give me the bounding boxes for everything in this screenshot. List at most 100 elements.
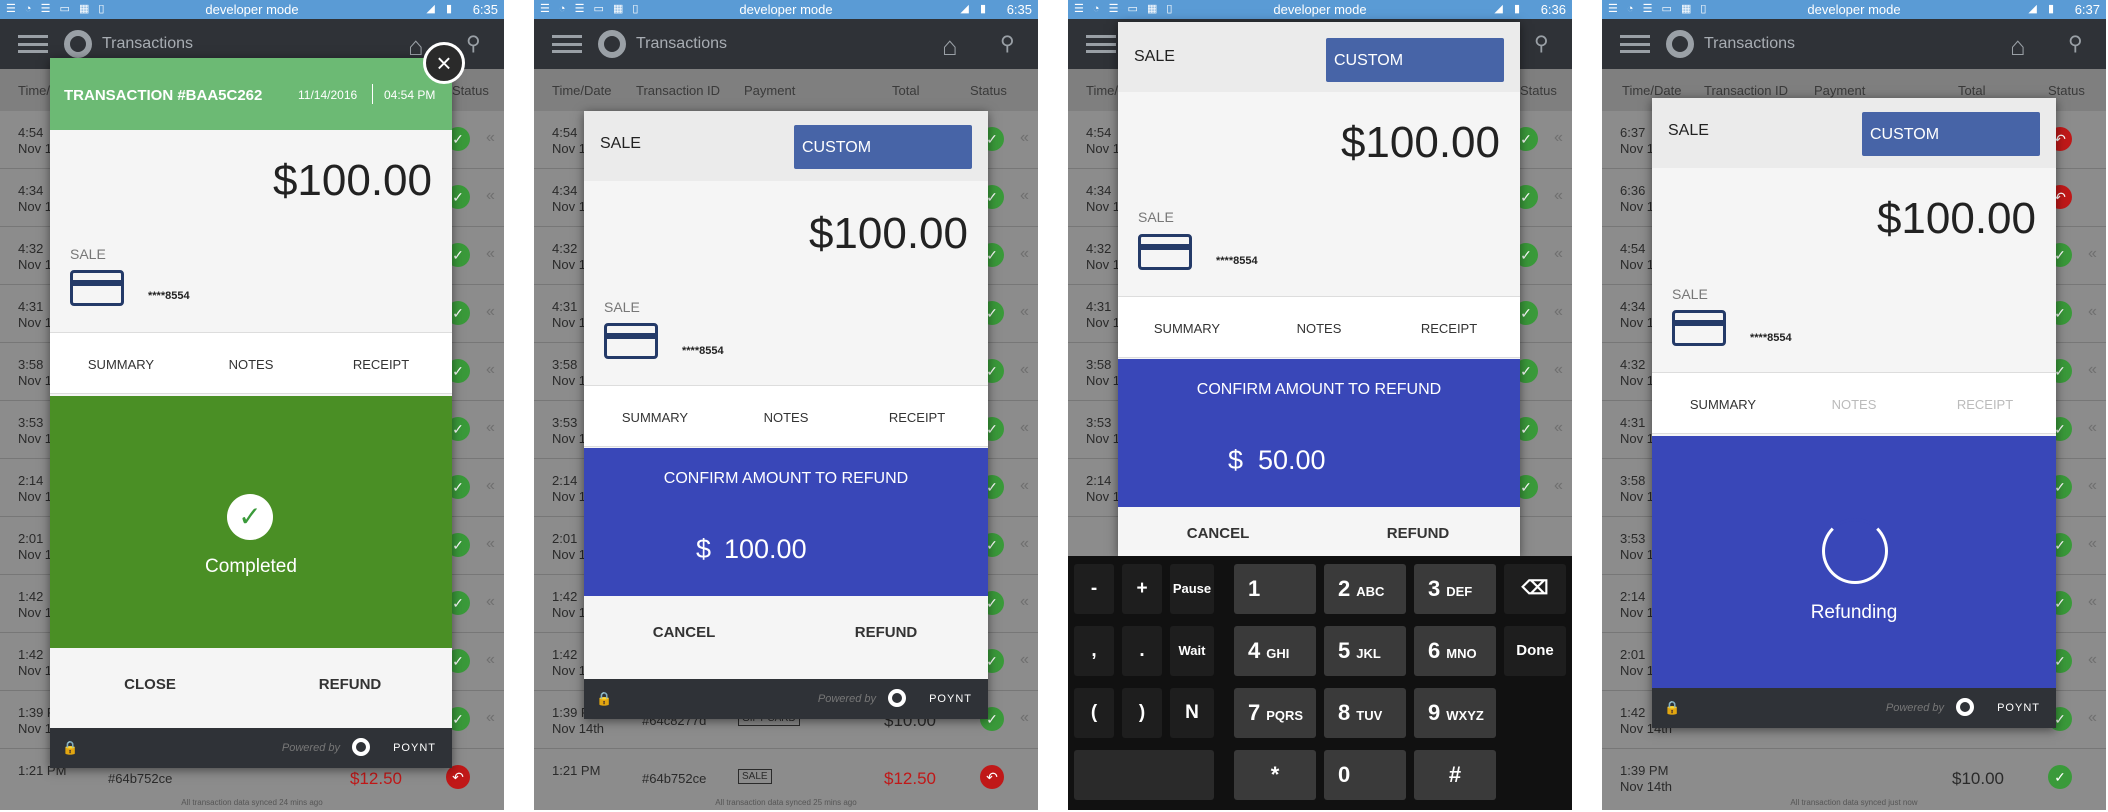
custom-button[interactable]: CUSTOM xyxy=(1326,38,1504,82)
key-9[interactable]: 9 WXYZ xyxy=(1414,688,1496,738)
tab-summary[interactable]: SUMMARY xyxy=(56,357,186,372)
key-comma[interactable]: , xyxy=(1074,626,1114,676)
chevron-icon: « xyxy=(2088,535,2097,552)
key-wait[interactable]: Wait xyxy=(1170,626,1214,676)
col-total: Total xyxy=(1958,83,1986,98)
key-star[interactable]: * xyxy=(1234,750,1316,800)
home-icon[interactable]: ⌂ xyxy=(2010,31,2026,62)
poynt-brand: POYNT xyxy=(393,742,436,754)
screen-transaction-detail: ☰ ◔ ☰ ▭ ▦ ▯ developer mode ◢ ▮ 6:35 Tran… xyxy=(0,0,504,810)
chevron-icon: « xyxy=(1020,419,1029,436)
key-minus[interactable]: - xyxy=(1074,564,1114,614)
confirm-refund-label: CONFIRM AMOUNT TO REFUND xyxy=(663,470,909,487)
search-icon[interactable]: ⚲ xyxy=(2068,31,2083,56)
key-space[interactable] xyxy=(1074,750,1214,800)
sale-tab[interactable]: SALE xyxy=(600,135,641,153)
key-5[interactable]: 5 JKL xyxy=(1324,626,1406,676)
dialog-actions: CANCEL REFUND xyxy=(584,596,988,679)
col-payment: Payment xyxy=(1814,83,1866,98)
chevron-icon: « xyxy=(2088,709,2097,726)
credit-card-icon xyxy=(604,323,658,359)
key-7[interactable]: 7 PQRS xyxy=(1234,688,1316,738)
chevron-icon: « xyxy=(1554,187,1563,204)
search-icon[interactable]: ⚲ xyxy=(1534,31,1549,56)
custom-button[interactable]: CUSTOM xyxy=(1862,112,2040,156)
key-8[interactable]: 8 TUV xyxy=(1324,688,1406,738)
sale-tab[interactable]: SALE xyxy=(1134,48,1175,66)
menu-icon[interactable] xyxy=(552,35,582,53)
backspace-icon[interactable]: ⌫ xyxy=(1504,564,1566,614)
status-bar: ☰ ◔ ☰ ▭ ▦ ▯ developer mode ◢ ▮ 6:35 xyxy=(0,0,504,19)
chevron-icon: « xyxy=(2088,361,2097,378)
sale-label: SALE xyxy=(1672,286,1708,302)
key-period[interactable]: . xyxy=(1122,626,1162,676)
close-icon[interactable]: × xyxy=(423,42,465,84)
custom-button[interactable]: CUSTOM xyxy=(794,125,972,169)
chevron-icon: « xyxy=(2088,419,2097,436)
menu-icon[interactable] xyxy=(1086,35,1116,53)
search-icon[interactable]: ⚲ xyxy=(1000,31,1015,56)
tab-notes[interactable]: NOTES xyxy=(1254,321,1384,336)
status-time: 6:36 xyxy=(1540,2,1566,17)
chevron-icon: « xyxy=(1554,361,1563,378)
key-2[interactable]: 2 ABC xyxy=(1324,564,1406,614)
refund-button[interactable]: REFUND xyxy=(786,624,986,641)
chevron-icon: « xyxy=(486,651,495,668)
sale-tab[interactable]: SALE xyxy=(1668,122,1709,140)
key-open-paren[interactable]: ( xyxy=(1074,688,1114,738)
sale-label: SALE xyxy=(1138,209,1174,225)
menu-icon[interactable] xyxy=(18,35,48,53)
refund-amount-field[interactable]: 50.00 xyxy=(1258,445,1326,476)
poynt-logo-icon xyxy=(1956,698,1974,716)
refund-button[interactable]: REFUND xyxy=(250,676,450,693)
key-4[interactable]: 4 GHI xyxy=(1234,626,1316,676)
tab-receipt[interactable]: RECEIPT xyxy=(1384,321,1514,336)
key-close-paren[interactable]: ) xyxy=(1122,688,1162,738)
tab-summary[interactable]: SUMMARY xyxy=(1658,397,1788,412)
poynt-logo-icon xyxy=(598,30,626,58)
cancel-button[interactable]: CANCEL xyxy=(1118,525,1318,542)
chevron-icon: « xyxy=(1554,419,1563,436)
search-icon[interactable]: ⚲ xyxy=(466,31,481,56)
key-6[interactable]: 6 MNO xyxy=(1414,626,1496,676)
screen-edit-refund-amount: ☰ ◔ ☰ ▭ ▦ ▯ developer mode ◢ ▮ 6:36 ⚲ Ti… xyxy=(1068,0,1572,810)
col-total: Total xyxy=(892,83,920,98)
home-icon[interactable]: ⌂ xyxy=(942,31,958,62)
key-hash[interactable]: # xyxy=(1414,750,1496,800)
chevron-icon: « xyxy=(1020,709,1029,726)
chevron-icon: « xyxy=(1554,129,1563,146)
cancel-button[interactable]: CANCEL xyxy=(584,624,784,641)
refund-amount-field[interactable]: 100.00 xyxy=(724,534,807,565)
key-pause[interactable]: Pause xyxy=(1170,564,1214,614)
dialog-actions: CANCEL REFUND xyxy=(1118,507,1520,556)
tab-notes[interactable]: NOTES xyxy=(721,410,851,425)
refund-button[interactable]: REFUND xyxy=(1318,525,1518,542)
tab-notes[interactable]: NOTES xyxy=(186,357,316,372)
wifi-battery-icon: ◢ ▮ xyxy=(960,3,990,15)
done-button[interactable]: Done xyxy=(1504,626,1566,676)
key-n[interactable]: N xyxy=(1170,688,1214,738)
close-button[interactable]: CLOSE xyxy=(50,676,250,693)
tab-receipt[interactable]: RECEIPT xyxy=(316,357,446,372)
chevron-icon: « xyxy=(486,129,495,146)
menu-icon[interactable] xyxy=(1620,35,1650,53)
powered-by-text: Powered by xyxy=(817,693,876,705)
tab-receipt[interactable]: RECEIPT xyxy=(852,410,982,425)
key-1[interactable]: 1 xyxy=(1234,564,1316,614)
key-0[interactable]: 0 xyxy=(1324,750,1406,800)
tab-summary[interactable]: SUMMARY xyxy=(590,410,720,425)
col-time: Time/Date xyxy=(552,83,612,98)
col-transaction-id: Transaction ID xyxy=(1704,83,1789,98)
chevron-icon: « xyxy=(2088,245,2097,262)
key-3[interactable]: 3 DEF xyxy=(1414,564,1496,614)
key-plus[interactable]: + xyxy=(1122,564,1162,614)
chevron-icon: « xyxy=(1020,535,1029,552)
transaction-header: TRANSACTION #BAA5C262 11/14/2016 04:54 P… xyxy=(50,58,452,130)
dialog-actions: CLOSE REFUND xyxy=(50,648,452,728)
tab-summary[interactable]: SUMMARY xyxy=(1122,321,1252,336)
chevron-icon: « xyxy=(2088,477,2097,494)
chevron-icon: « xyxy=(486,709,495,726)
status-refund-icon: ↶ xyxy=(980,765,1004,789)
confirm-refund-label: CONFIRM AMOUNT TO REFUND xyxy=(1196,381,1442,398)
poynt-logo-icon xyxy=(1666,30,1694,58)
